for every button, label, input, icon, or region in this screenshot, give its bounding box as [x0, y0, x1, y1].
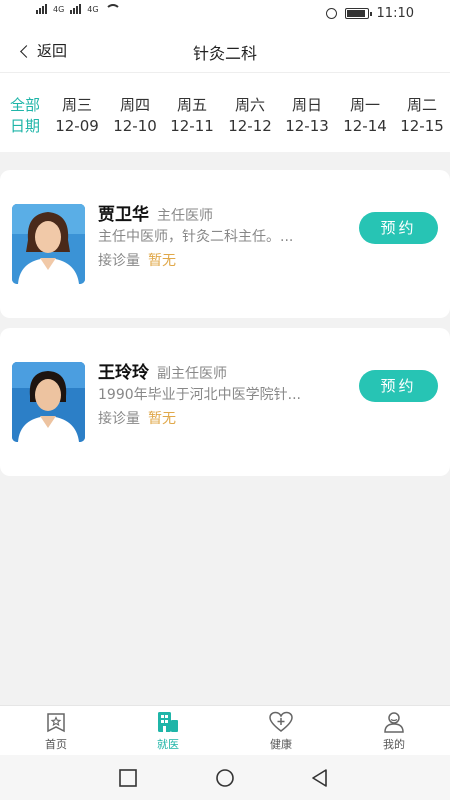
doctor-title: 副主任医师	[157, 366, 227, 382]
page-title: 针灸二科	[192, 44, 257, 63]
bottom-nav: 首页 就医 健康 我的	[0, 705, 450, 755]
date-item[interactable]: 周四 12-10	[110, 95, 160, 137]
date-weekday: 周日	[291, 96, 322, 114]
nav-label: 就医	[157, 738, 179, 751]
signal-icon	[36, 4, 47, 14]
date-weekday: 全部	[9, 96, 40, 114]
hospital-icon	[158, 712, 178, 732]
doctor-name-row: 贾卫华 主任医师	[98, 200, 213, 225]
home-circle-icon[interactable]	[215, 769, 235, 789]
back-triangle-icon[interactable]	[311, 769, 329, 787]
date-value: 12-10	[113, 117, 157, 135]
nav-item-home[interactable]: 首页	[16, 710, 96, 752]
date-item[interactable]: 周二 12-15	[397, 95, 447, 137]
date-item-all[interactable]: 全部 日期	[0, 95, 50, 137]
doctor-title: 主任医师	[157, 208, 213, 224]
date-weekday: 周四	[119, 96, 150, 114]
date-value: 12-12	[228, 117, 272, 135]
network-type-1: 4G	[53, 5, 65, 14]
date-weekday: 周五	[176, 96, 207, 114]
date-weekday: 周二	[406, 96, 437, 114]
doctor-avatar	[12, 362, 85, 442]
alarm-icon	[325, 8, 337, 19]
date-weekday: 周三	[61, 96, 92, 114]
status-bar: 4G 4G 11:10	[0, 0, 450, 30]
doctor-name: 贾卫华	[98, 205, 149, 225]
header: 返回 针灸二科	[0, 30, 450, 72]
date-item[interactable]: 周一 12-14	[340, 95, 390, 137]
home-star-icon	[47, 713, 65, 733]
consultation-volume: 接诊量 暂无	[98, 250, 176, 270]
nav-item-health[interactable]: 健康	[241, 710, 321, 752]
system-nav-bar	[0, 755, 450, 800]
signal-icon-2	[70, 4, 82, 14]
nav-label: 健康	[270, 738, 292, 751]
book-button[interactable]: 预约	[359, 370, 438, 402]
date-value: 12-11	[170, 117, 214, 135]
nav-label: 我的	[383, 738, 405, 751]
wifi-icon	[104, 4, 121, 14]
doctor-intro: 1990年毕业于河北中医学院针...	[98, 387, 301, 403]
doctor-intro: 主任中医师，针灸二科主任。...	[98, 229, 294, 245]
status-time: 11:10	[376, 6, 414, 21]
date-weekday: 周一	[349, 96, 380, 114]
doctor-name: 王玲玲	[98, 363, 149, 383]
date-value: 12-09	[55, 117, 99, 135]
nav-item-mine[interactable]: 我的	[354, 710, 434, 752]
doctor-avatar	[12, 204, 85, 284]
doctor-card[interactable]: 贾卫华 主任医师 主任中医师，针灸二科主任。... 接诊量 暂无 预约	[0, 170, 450, 318]
date-value: 12-14	[343, 117, 387, 135]
date-value: 12-13	[285, 117, 329, 135]
heart-plus-icon	[269, 711, 293, 732]
doctor-name-row: 王玲玲 副主任医师	[98, 358, 227, 383]
nav-item-medical[interactable]: 就医	[128, 710, 208, 752]
network-type-2: 4G	[87, 5, 99, 14]
user-icon	[384, 712, 404, 733]
date-item[interactable]: 周三 12-09	[52, 95, 102, 137]
book-button[interactable]: 预约	[359, 212, 438, 244]
date-value: 日期	[9, 117, 40, 135]
volume-label: 接诊量	[98, 411, 140, 427]
consultation-volume: 接诊量 暂无	[98, 408, 176, 428]
volume-value: 暂无	[148, 411, 176, 427]
volume-value: 暂无	[148, 253, 176, 269]
date-item[interactable]: 周六 12-12	[225, 95, 275, 137]
date-item[interactable]: 周五 12-11	[167, 95, 217, 137]
nav-label: 首页	[45, 738, 67, 751]
volume-label: 接诊量	[98, 253, 140, 269]
battery-icon	[344, 8, 372, 19]
date-item[interactable]: 周日 12-13	[282, 95, 332, 137]
date-weekday: 周六	[234, 96, 265, 114]
date-selector: 全部 日期 周三 12-09 周四 12-10 周五 12-11 周六 12-1…	[0, 72, 450, 152]
date-value: 12-15	[400, 117, 444, 135]
recent-apps-icon[interactable]	[119, 769, 137, 787]
status-left: 4G 4G	[36, 4, 121, 14]
status-right: 11:10	[325, 6, 414, 21]
doctor-card[interactable]: 王玲玲 副主任医师 1990年毕业于河北中医学院针... 接诊量 暂无 预约	[0, 328, 450, 476]
